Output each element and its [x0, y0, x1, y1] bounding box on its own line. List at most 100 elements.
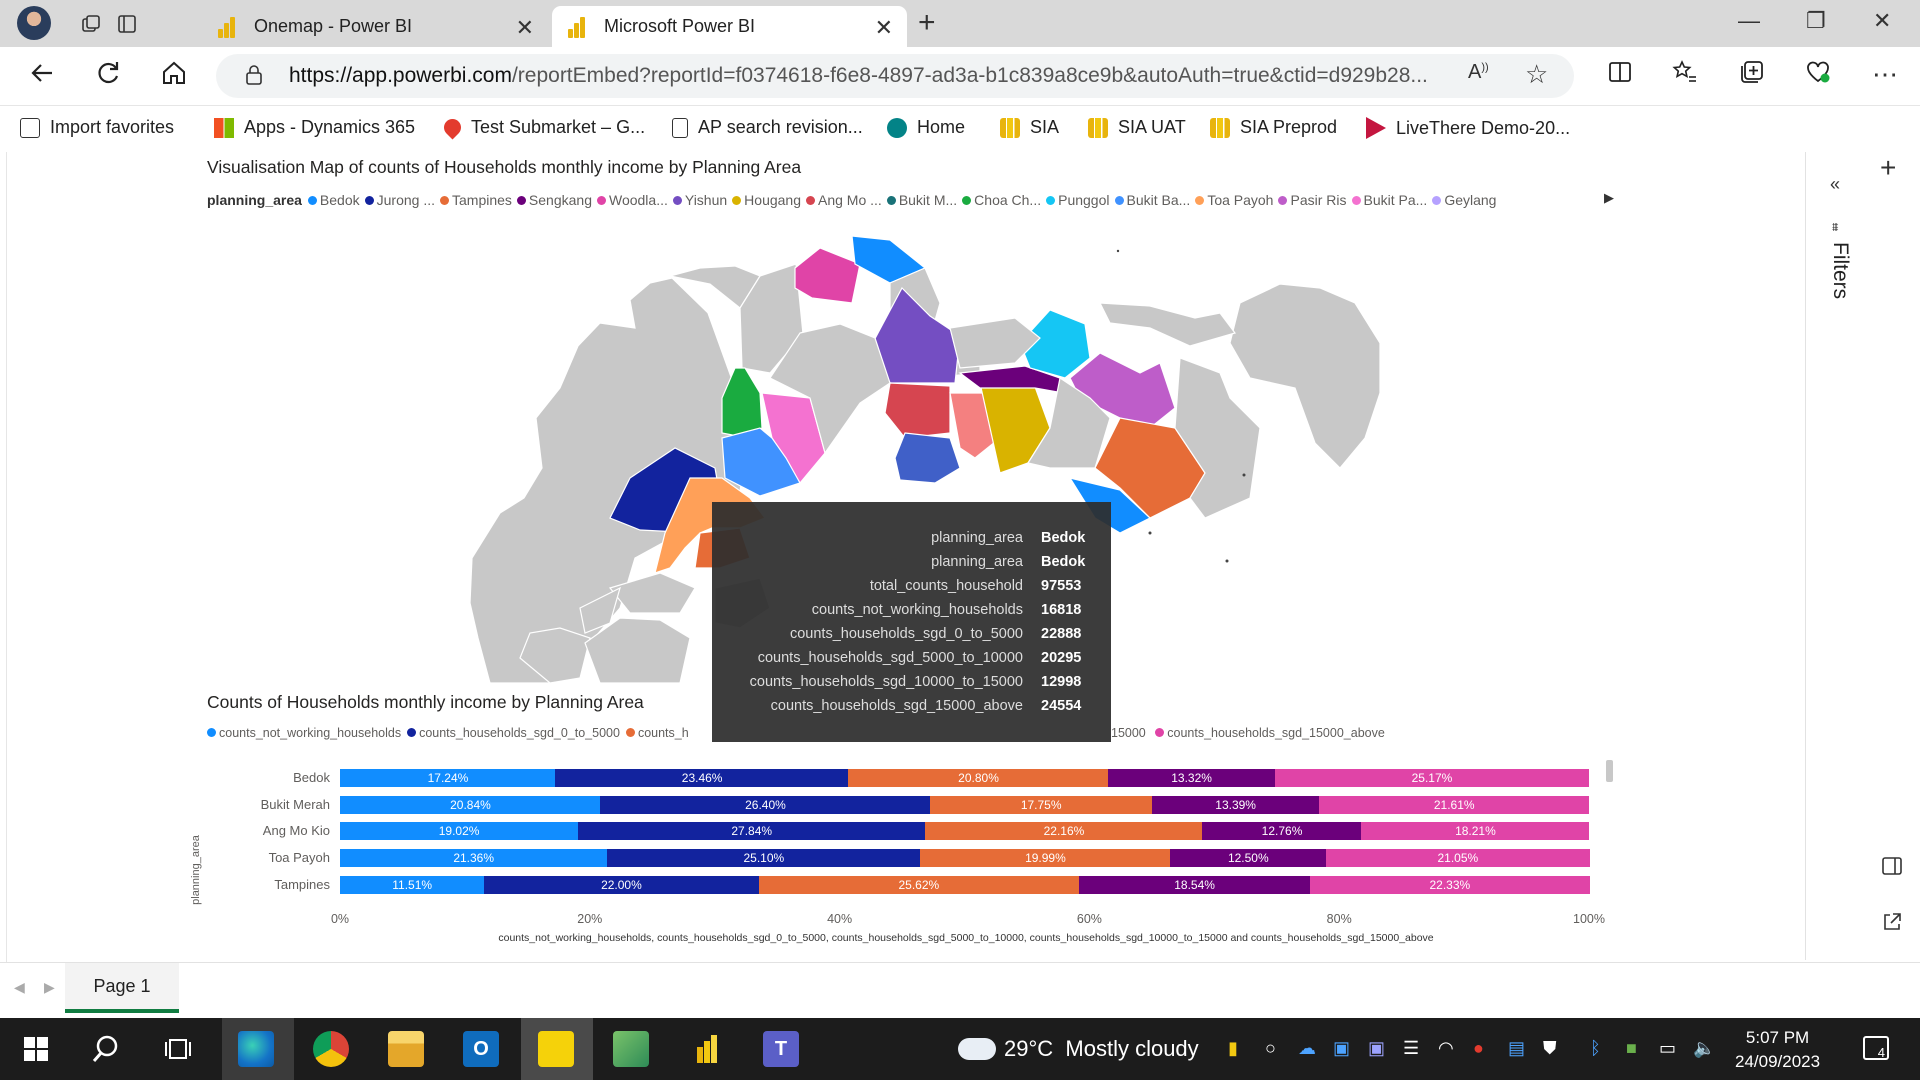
- chart-scrollbar[interactable]: [1606, 760, 1613, 782]
- bluetooth-icon[interactable]: ᛒ: [1590, 1038, 1601, 1059]
- new-tab-button[interactable]: +: [918, 6, 936, 40]
- close-tab-icon[interactable]: ✕: [516, 15, 534, 41]
- filters-pane[interactable]: « ⩩ Filters: [1805, 152, 1870, 960]
- bar-segment[interactable]: 21.05%: [1326, 849, 1590, 868]
- favorite-ap-search[interactable]: AP search revision...: [672, 117, 863, 138]
- volume-icon[interactable]: 🔈: [1693, 1038, 1715, 1059]
- favorite-sia-preprod[interactable]: SIA Preprod: [1210, 117, 1337, 138]
- bar-segment[interactable]: 25.62%: [758, 875, 1080, 894]
- bar-segment[interactable]: 11.51%: [340, 875, 485, 894]
- tab-onemap-power-bi[interactable]: Onemap - Power BI ✕: [202, 6, 548, 47]
- back-arrow-icon[interactable]: [28, 59, 56, 94]
- minimize-button[interactable]: —: [1738, 8, 1760, 34]
- bar-segment[interactable]: 13.32%: [1108, 769, 1276, 787]
- bar-segment[interactable]: 21.61%: [1318, 795, 1590, 814]
- favorites-icon[interactable]: [1672, 59, 1698, 92]
- legend-item[interactable]: Geylang: [1432, 192, 1496, 208]
- antivirus-icon[interactable]: ●: [1473, 1038, 1484, 1059]
- legend-item[interactable]: counts_h: [625, 726, 689, 740]
- favorite-apps-dynamics[interactable]: Apps - Dynamics 365: [214, 117, 415, 138]
- chrome-icon[interactable]: [313, 1031, 349, 1067]
- bar-segment[interactable]: 13.39%: [1151, 795, 1320, 814]
- bar-segment[interactable]: 17.24%: [340, 769, 556, 787]
- bar-segment[interactable]: 26.40%: [600, 795, 931, 814]
- close-window-button[interactable]: ✕: [1873, 8, 1891, 34]
- restore-button[interactable]: ❐: [1806, 8, 1826, 34]
- legend-item[interactable]: Bedok: [307, 192, 360, 208]
- collapse-filters-icon[interactable]: «: [1830, 174, 1840, 195]
- legend-item[interactable]: Tampines: [440, 192, 512, 208]
- legend-item[interactable]: Bukit Ba...: [1114, 192, 1190, 208]
- add-sidebar-icon[interactable]: +: [1880, 152, 1896, 184]
- legend-item[interactable]: Jurong ...: [364, 192, 435, 208]
- lock-icon[interactable]: [246, 65, 262, 85]
- search-icon[interactable]: [88, 1031, 124, 1067]
- bar-segment[interactable]: 18.54%: [1078, 875, 1311, 894]
- bar-segment[interactable]: 19.02%: [340, 822, 579, 841]
- circle-tray-icon[interactable]: ○: [1265, 1038, 1276, 1059]
- onedrive-icon[interactable]: ☁: [1298, 1038, 1316, 1059]
- legend-item[interactable]: Woodla...: [596, 192, 668, 208]
- home-icon[interactable]: [160, 59, 188, 94]
- profile-avatar[interactable]: [17, 6, 51, 40]
- browser-essentials-icon[interactable]: [1805, 59, 1831, 92]
- legend-item[interactable]: Toa Payoh: [1195, 192, 1273, 208]
- url-text[interactable]: https://app.powerbi.com/reportEmbed?repo…: [289, 64, 1428, 88]
- legend-item[interactable]: Bukit M...: [886, 192, 957, 208]
- favorite-sia[interactable]: SIA: [1000, 117, 1059, 138]
- bar-segment[interactable]: 21.36%: [340, 849, 608, 868]
- app-tray-icon[interactable]: ■: [1626, 1038, 1637, 1059]
- outlook-icon[interactable]: O: [463, 1031, 499, 1067]
- bar-segment[interactable]: 25.17%: [1274, 769, 1590, 787]
- legend-item[interactable]: Sengkang: [516, 192, 592, 208]
- open-external-icon[interactable]: [1880, 910, 1904, 941]
- legend-item[interactable]: Pasir Ris: [1278, 192, 1347, 208]
- windows-start-icon[interactable]: [18, 1031, 54, 1067]
- bar-segment[interactable]: 18.21%: [1361, 822, 1590, 841]
- tab-microsoft-power-bi[interactable]: Microsoft Power BI ✕: [552, 6, 907, 47]
- bar-segment[interactable]: 20.84%: [340, 795, 601, 814]
- bar-segment[interactable]: 25.10%: [606, 849, 921, 868]
- favorite-sia-uat[interactable]: SIA UAT: [1088, 117, 1186, 138]
- wifi-icon[interactable]: ◠: [1438, 1038, 1454, 1059]
- more-menu-icon[interactable]: ⋯: [1872, 59, 1898, 90]
- favorite-import[interactable]: Import favorites: [20, 117, 174, 138]
- power-bi-tray-icon[interactable]: ▮: [1228, 1038, 1238, 1059]
- display-tray-icon[interactable]: ▤: [1508, 1038, 1525, 1059]
- legend-next-arrow-icon[interactable]: ▶: [1604, 190, 1614, 206]
- workspaces-icon[interactable]: [76, 9, 106, 39]
- bar-segment[interactable]: 20.80%: [848, 769, 1109, 787]
- bar-segment[interactable]: 17.75%: [930, 795, 1153, 814]
- bar-segment[interactable]: 22.00%: [483, 875, 760, 894]
- tab-actions-icon[interactable]: [112, 9, 142, 39]
- favorite-home[interactable]: Home: [887, 117, 965, 138]
- bar-segment[interactable]: 19.99%: [920, 849, 1171, 868]
- bar-segment[interactable]: 23.46%: [555, 769, 849, 787]
- bar-segment[interactable]: 12.76%: [1202, 822, 1363, 841]
- file-explorer-icon[interactable]: [388, 1031, 424, 1067]
- task-view-icon[interactable]: [160, 1031, 196, 1067]
- weather-widget[interactable]: 29°C Mostly cloudy: [958, 1036, 1199, 1062]
- bar-segment[interactable]: 22.16%: [925, 822, 1203, 841]
- power-bi-taskbar-icon[interactable]: [688, 1031, 724, 1067]
- legend-item[interactable]: Ang Mo ...: [806, 192, 882, 208]
- notepad-tray-icon[interactable]: ☰: [1403, 1038, 1419, 1059]
- outlook-tray-icon[interactable]: ▣: [1333, 1038, 1350, 1059]
- legend-item[interactable]: counts_not_working_households: [207, 726, 401, 740]
- hide-sidebar-icon[interactable]: [1880, 854, 1904, 885]
- legend-item[interactable]: Yishun: [672, 192, 727, 208]
- legend-item[interactable]: Bukit Pa...: [1351, 192, 1427, 208]
- prev-page-arrow-icon[interactable]: ◀: [14, 979, 25, 996]
- legend-item[interactable]: Hougang: [732, 192, 801, 208]
- split-screen-icon[interactable]: [1607, 59, 1633, 92]
- refresh-icon[interactable]: [94, 59, 122, 94]
- favorite-test-submarket[interactable]: Test Submarket – G...: [440, 115, 645, 140]
- edge-browser-icon[interactable]: [238, 1031, 274, 1067]
- page-tab-page-1[interactable]: Page 1: [65, 963, 179, 1013]
- legend-item[interactable]: counts_households_sgd_0_to_5000: [407, 726, 620, 740]
- battery-icon[interactable]: ▭: [1659, 1038, 1676, 1059]
- photos-icon[interactable]: [613, 1031, 649, 1067]
- favorite-livethere[interactable]: LiveThere Demo-20...: [1366, 117, 1570, 139]
- favorite-star-icon[interactable]: ☆: [1525, 59, 1548, 90]
- bar-segment[interactable]: 22.33%: [1310, 875, 1590, 894]
